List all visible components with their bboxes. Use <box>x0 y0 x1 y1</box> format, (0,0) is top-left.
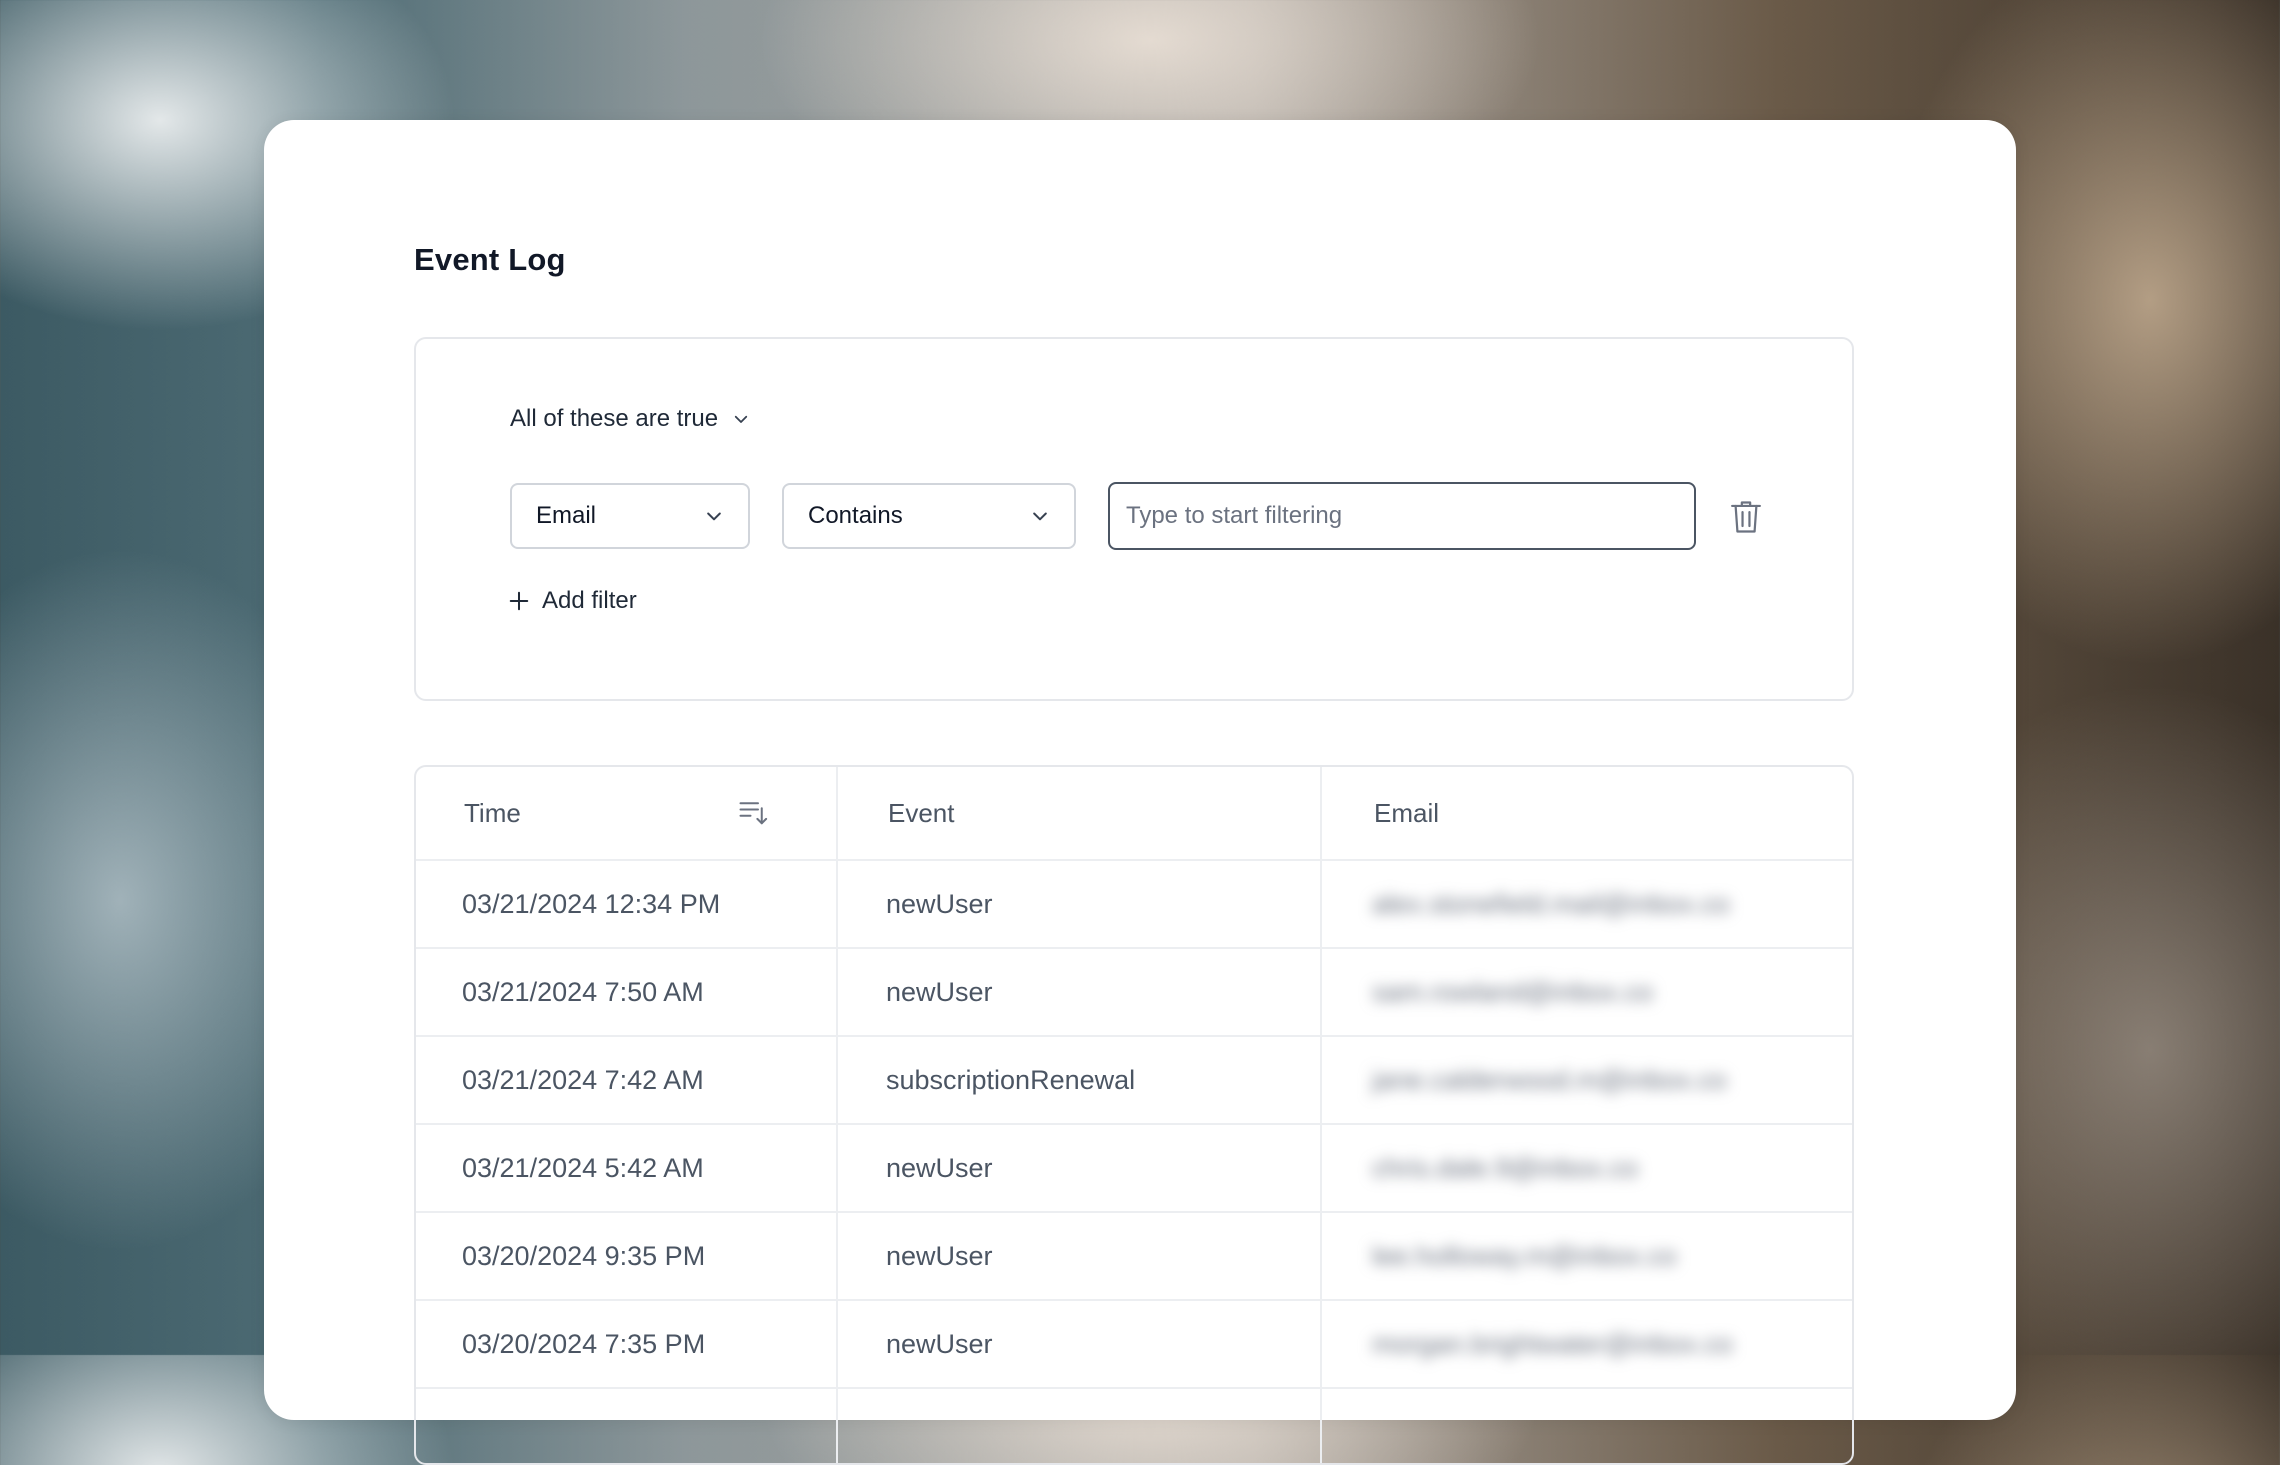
cell-time: 03/21/2024 7:42 AM <box>462 1064 704 1095</box>
table-row[interactable]: 03/21/2024 5:42 AM newUser chris.dale.9@… <box>416 1125 1852 1213</box>
cell-email: chris.dale.9@inbox.co <box>1372 1152 1639 1183</box>
match-mode-select[interactable]: All of these are true <box>510 405 750 433</box>
chevron-down-icon <box>707 512 721 521</box>
cell-event: newUser <box>886 1328 993 1359</box>
cell-event: newUser <box>886 1152 993 1183</box>
event-log-card: Event Log All of these are true Email Co… <box>264 120 2016 1465</box>
filter-value-input[interactable] <box>1108 482 1696 550</box>
trash-icon[interactable] <box>1729 499 1763 535</box>
column-header-time[interactable]: Time <box>464 767 824 859</box>
plus-icon <box>509 591 529 611</box>
cell-time: 03/21/2024 12:34 PM <box>462 888 721 919</box>
cell-event: subscriptionRenewal <box>886 1064 1136 1095</box>
sort-descending-icon[interactable] <box>738 797 768 827</box>
table-row[interactable]: 03/21/2024 7:50 AM newUser sam.rowland@i… <box>416 949 1852 1037</box>
cell-time: 03/21/2024 5:42 AM <box>462 1152 704 1183</box>
cell-email: lee.holloway.m@inbox.co <box>1372 1240 1677 1271</box>
filter-field-select[interactable]: Email <box>510 483 750 549</box>
table-row[interactable]: 03/21/2024 7:42 AM subscriptionRenewal j… <box>416 1037 1852 1125</box>
cell-event: newUser <box>886 888 993 919</box>
match-mode-label: All of these are true <box>510 405 719 432</box>
add-filter-button[interactable]: Add filter <box>508 587 637 615</box>
chevron-down-icon <box>1033 512 1047 521</box>
filter-panel: All of these are true Email Contains Add… <box>414 337 1854 701</box>
column-header-email[interactable]: Email <box>1374 767 1834 859</box>
filter-operator-select[interactable]: Contains <box>782 483 1076 549</box>
cell-email: alex.stonefield.mail@inbox.co <box>1372 888 1730 919</box>
table-row[interactable]: 03/20/2024 9:35 PM newUser lee.holloway.… <box>416 1213 1852 1301</box>
cell-email: morgan.brightwater@inbox.co <box>1372 1328 1733 1359</box>
table-header: Time Event Email <box>416 767 1852 861</box>
page-title: Event Log <box>414 242 566 277</box>
cell-time: 03/20/2024 7:35 PM <box>462 1328 706 1359</box>
filter-field-value: Email <box>536 502 597 529</box>
table-row[interactable]: 03/20/2024 7:35 PM newUser morgan.bright… <box>416 1301 1852 1389</box>
cell-time: 03/20/2024 9:35 PM <box>462 1240 706 1271</box>
cell-time: 03/21/2024 7:50 AM <box>462 976 704 1007</box>
chevron-down-icon <box>734 415 748 423</box>
cell-event: newUser <box>886 1240 993 1271</box>
column-header-event[interactable]: Event <box>888 767 1328 859</box>
add-filter-label: Add filter <box>542 587 637 614</box>
cell-event: newUser <box>886 976 993 1007</box>
event-table: Time Event Email 03/21/2024 12:34 PM new… <box>414 765 1854 1465</box>
table-row[interactable]: 03/21/2024 12:34 PM newUser alex.stonefi… <box>416 861 1852 949</box>
cell-email: jane.calderwood.m@inbox.co <box>1372 1064 1727 1095</box>
filter-operator-value: Contains <box>808 502 903 529</box>
cell-email: sam.rowland@inbox.co <box>1372 976 1654 1007</box>
